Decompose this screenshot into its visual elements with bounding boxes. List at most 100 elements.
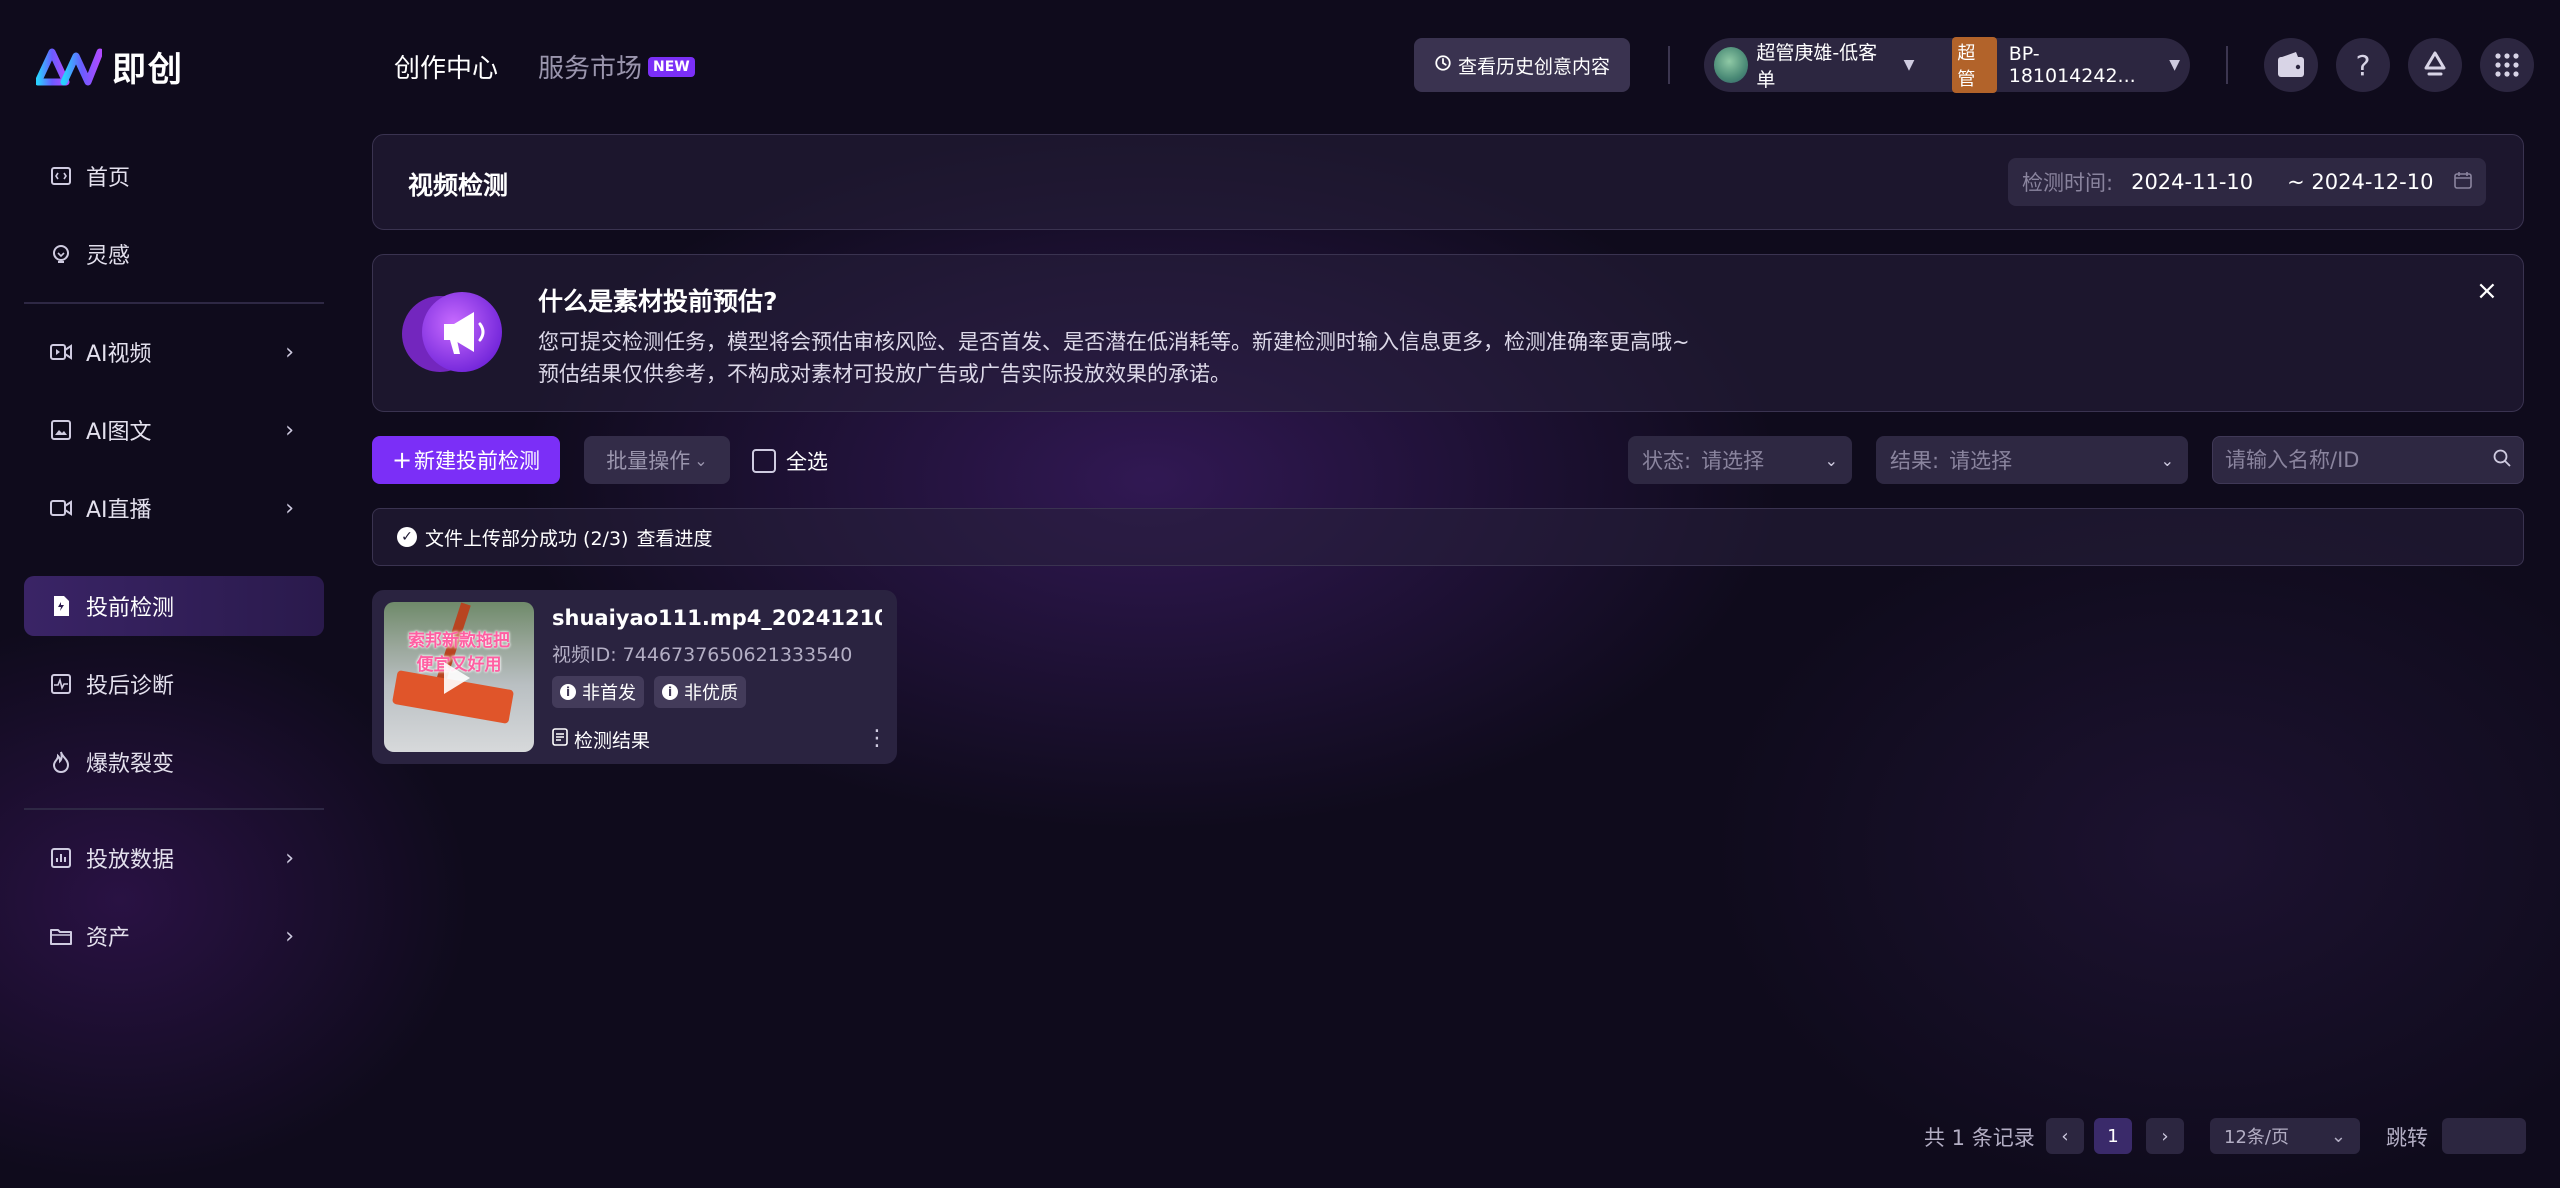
sidebar-item-viral-split[interactable]: 爆款裂变 [24, 732, 324, 792]
header-divider [2226, 46, 2228, 84]
view-progress-link[interactable]: 查看进度 [636, 524, 712, 551]
status-filter-select[interactable]: 状态: 请选择 ⌄ [1628, 436, 1852, 484]
new-badge: NEW [648, 56, 695, 77]
chevron-right-icon: › [285, 495, 294, 521]
status-filter-placeholder: 请选择 [1701, 449, 1765, 473]
pagination-total: 共 1 条记录 [1924, 1126, 2035, 1150]
check-circle-icon: ✓ [397, 527, 417, 547]
logo-mark-icon [34, 48, 104, 86]
new-check-button[interactable]: + 新建投前检测 [372, 436, 560, 484]
megaphone-icon [400, 286, 508, 382]
video-id: 视频ID: 7446737650621333540 [552, 644, 853, 666]
sidebar-item-inspiration[interactable]: 灵感 [24, 224, 324, 284]
brand-logo[interactable]: 即创 [34, 42, 184, 91]
bulb-icon [50, 243, 72, 265]
new-check-label: 新建投前检测 [414, 449, 541, 473]
header-divider [1668, 46, 1670, 84]
chart-icon [50, 847, 72, 869]
batch-operations-label: 批量操作 [606, 449, 691, 473]
chevron-right-icon: › [285, 417, 294, 443]
next-page-button[interactable]: › [2146, 1118, 2184, 1154]
nav-service-market[interactable]: 服务市场 NEW [538, 48, 695, 85]
batch-operations-button[interactable]: 批量操作 ⌄ [584, 436, 730, 484]
page-number-button[interactable]: 1 [2094, 1118, 2132, 1154]
sidebar-divider [24, 808, 324, 810]
image-icon [50, 419, 72, 441]
folder-icon [50, 925, 72, 947]
checkbox[interactable] [752, 449, 776, 473]
more-vertical-icon[interactable]: ⋮ [866, 726, 888, 751]
live-icon [50, 497, 72, 519]
sidebar-item-label: 投前检测 [86, 596, 175, 621]
date-end[interactable]: ~ 2024-12-10 [2287, 170, 2433, 194]
result-filter-select[interactable]: 结果: 请选择 ⌄ [1876, 436, 2188, 484]
history-icon [1434, 54, 1452, 77]
sidebar-divider [24, 302, 324, 304]
search-icon[interactable] [2493, 448, 2511, 472]
page-size-label: 12条/页 [2224, 1127, 2289, 1148]
chevron-down-icon: ⌄ [1824, 450, 1838, 470]
recycle-icon[interactable] [2408, 38, 2462, 92]
sidebar-item-ai-image[interactable]: AI图文 › [24, 400, 324, 460]
chevron-right-icon: › [285, 339, 294, 365]
date-range-picker[interactable]: 检测时间: 2024-11-10 ~ 2024-12-10 [2008, 158, 2486, 206]
page-title: 视频检测 [408, 171, 509, 200]
chevron-down-icon: ⌄ [2330, 1125, 2346, 1147]
sidebar-item-label: 投后诊断 [86, 674, 175, 699]
avatar [1714, 47, 1749, 83]
caret-down-icon: ▼ [2169, 57, 2180, 73]
chevron-down-icon: ⌄ [694, 450, 708, 470]
info-text-line-1: 您可提交检测任务，模型将会预估审核风险、是否首发、是否潜在低消耗等。新建检测时输… [538, 330, 1690, 354]
sidebar-item-label: AI直播 [86, 498, 152, 523]
check-result-link[interactable]: 检测结果 [552, 726, 650, 753]
account-switcher[interactable]: 超管庚雄-低客单 ▼ 超管 BP-181014242... ▼ [1704, 37, 2190, 93]
search-input[interactable] [2225, 448, 2465, 472]
select-all-checkbox[interactable]: 全选 [752, 446, 828, 476]
view-history-label: 查看历史创意内容 [1457, 55, 1610, 78]
search-box[interactable] [2212, 436, 2524, 484]
plus-icon: + [391, 446, 413, 474]
wallet-icon[interactable] [2264, 38, 2318, 92]
page-size-select[interactable]: 12条/页 ⌄ [2210, 1118, 2360, 1154]
sidebar-item-ai-video[interactable]: AI视频 › [24, 322, 324, 382]
info-title: 什么是素材投前预估? [538, 287, 778, 316]
chevron-right-icon: › [285, 923, 294, 949]
sidebar-item-ad-data[interactable]: 投放数据 › [24, 828, 324, 888]
date-range-label: 检测时间: [2022, 171, 2114, 195]
video-icon [50, 341, 72, 363]
caret-down-icon: ▼ [1903, 57, 1915, 73]
info-icon: i [560, 684, 576, 700]
sidebar-item-label: AI图文 [86, 420, 152, 445]
sidebar-item-post-diagnosis[interactable]: 投后诊断 [24, 654, 324, 714]
brand-name: 即创 [112, 50, 184, 90]
chevron-right-icon: › [285, 845, 294, 871]
sidebar-item-home[interactable]: 首页 [24, 146, 324, 206]
date-start[interactable]: 2024-11-10 [2131, 170, 2253, 194]
nav-service-market-label: 服务市场 [538, 54, 643, 84]
upload-status-text: 文件上传部分成功 (2/3) [425, 527, 629, 550]
sidebar-item-label: AI视频 [86, 342, 152, 367]
sidebar-item-ai-live[interactable]: AI直播 › [24, 478, 324, 538]
jump-label: 跳转 [2386, 1126, 2428, 1150]
sidebar-item-assets[interactable]: 资产 › [24, 906, 324, 966]
calendar-icon [2454, 170, 2472, 194]
jump-page-input[interactable] [2442, 1118, 2526, 1154]
close-icon[interactable]: × [2476, 276, 2498, 306]
video-thumbnail[interactable]: 索邦新款拖把 便宜又好用 [384, 602, 534, 752]
sidebar-item-pre-launch-check[interactable]: 投前检测 [24, 576, 324, 636]
sidebar-item-label: 爆款裂变 [86, 752, 175, 777]
play-icon[interactable] [444, 662, 470, 694]
sidebar-item-label: 投放数据 [86, 848, 175, 873]
info-icon: i [662, 684, 678, 700]
view-history-button[interactable]: 查看历史创意内容 [1414, 38, 1630, 92]
code-window-icon [50, 165, 72, 187]
sidebar-item-label: 资产 [86, 926, 131, 951]
apps-grid-icon[interactable] [2480, 38, 2534, 92]
result-filter-label: 结果: [1890, 449, 1940, 473]
help-icon[interactable]: ? [2336, 38, 2390, 92]
sidebar-item-label: 首页 [86, 166, 131, 191]
prev-page-button[interactable]: ‹ [2046, 1118, 2084, 1154]
nav-creation-center[interactable]: 创作中心 [394, 48, 498, 85]
status-filter-label: 状态: [1642, 449, 1692, 473]
pulse-icon [50, 673, 72, 695]
